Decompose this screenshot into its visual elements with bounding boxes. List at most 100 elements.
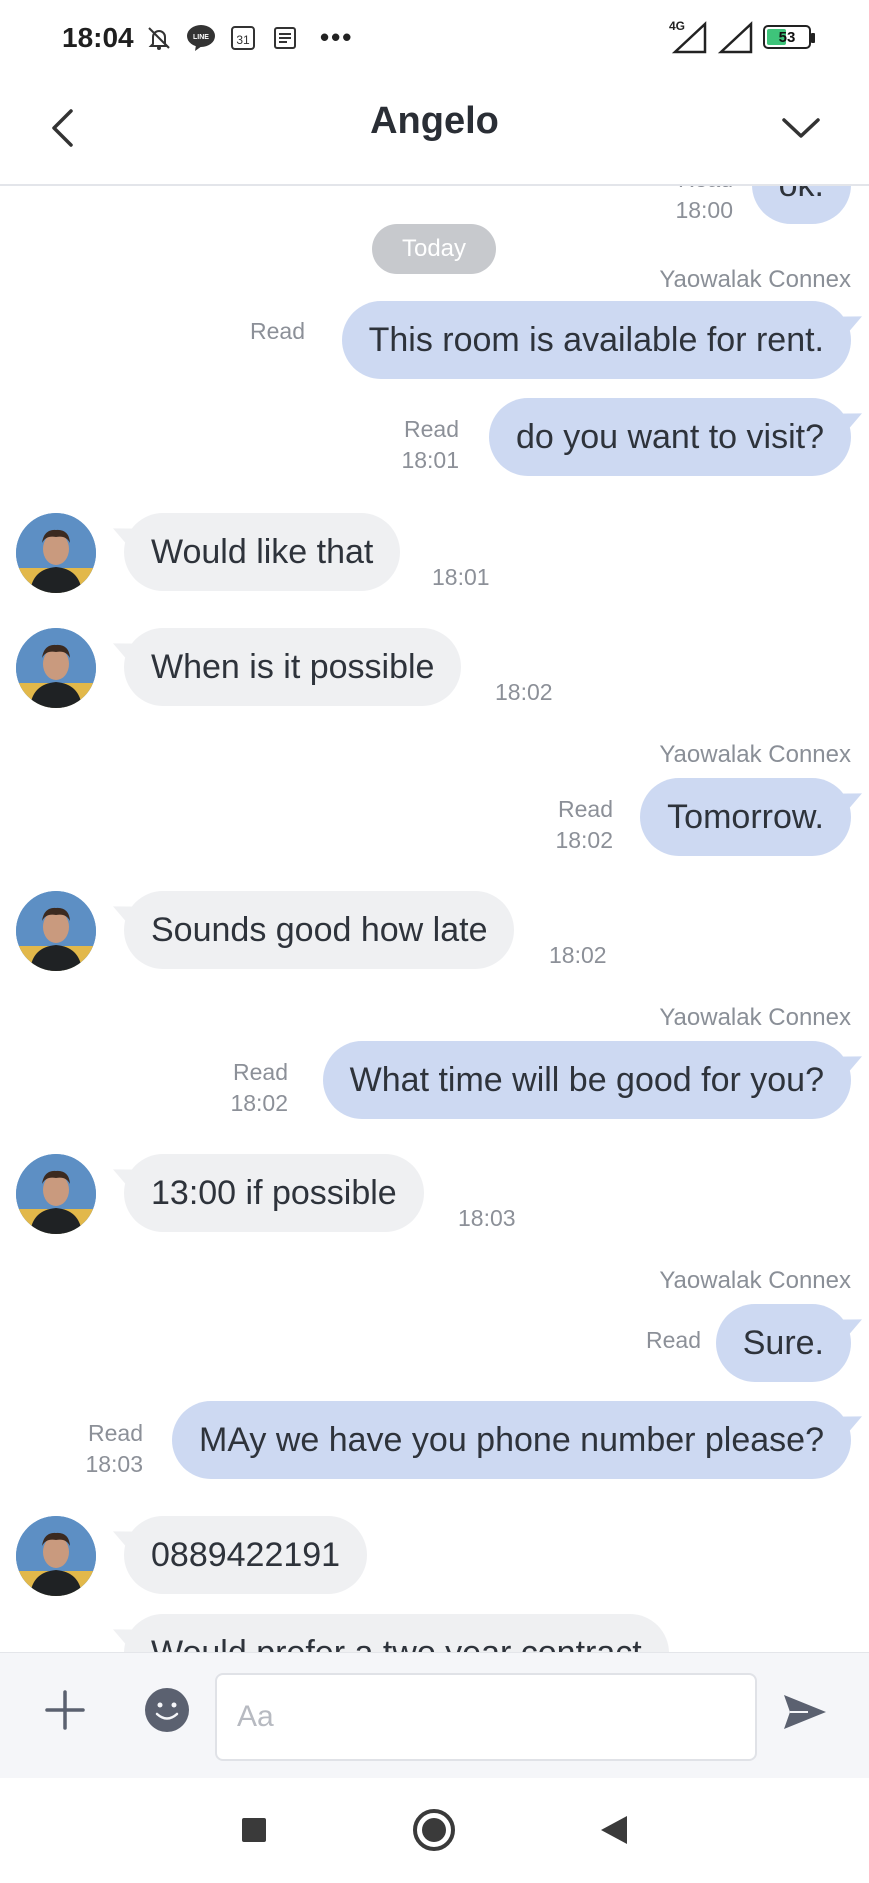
incoming-message-bubble[interactable]: Sounds good how late — [124, 891, 515, 969]
contact-avatar[interactable] — [16, 891, 96, 971]
incoming-message-bubble[interactable]: 0889422191 — [124, 1516, 368, 1594]
emoji-button[interactable] — [144, 1687, 190, 1733]
outgoing-message-bubble[interactable]: do you want to visit? — [488, 398, 851, 476]
more-notifications-icon: ••• — [320, 22, 354, 52]
message-time: 18:02 — [495, 679, 553, 705]
recents-button[interactable] — [230, 1806, 278, 1854]
outgoing-message-bubble[interactable]: MAy we have you phone number please? — [172, 1401, 851, 1479]
person-photo-icon — [16, 891, 96, 971]
outgoing-message-bubble[interactable]: ok. — [751, 186, 851, 224]
message-input-bar — [0, 1652, 869, 1778]
home-circle-icon — [413, 1809, 455, 1851]
person-photo-icon — [16, 1516, 96, 1596]
message-time: 18:03 — [85, 1451, 143, 1477]
notification-icons: LINE 31 ••• — [144, 22, 353, 53]
person-photo-icon — [16, 1154, 96, 1234]
message-text: Sounds good how late — [151, 911, 488, 949]
read-receipt: Read — [646, 1327, 701, 1353]
message-status: Read — [250, 316, 305, 347]
sender-name: Yaowalak Connex — [659, 266, 851, 293]
message-status: Read 18:02 — [230, 1057, 288, 1119]
message-time: 18:00 — [675, 197, 733, 223]
message-text: do you want to visit? — [515, 418, 824, 456]
outgoing-message-bubble[interactable]: What time will be good for you? — [322, 1041, 851, 1119]
message-time: 18:02 — [230, 1090, 288, 1116]
sender-name: Yaowalak Connex — [659, 1004, 851, 1031]
emoji-icon — [145, 1688, 189, 1732]
message-text: ok. — [779, 186, 824, 204]
contact-avatar[interactable] — [16, 1516, 96, 1596]
read-receipt: Read — [675, 186, 733, 195]
message-status: Read 18:01 — [401, 414, 459, 476]
line-app-icon: LINE — [186, 23, 216, 53]
back-nav-button[interactable] — [590, 1806, 638, 1854]
message-time: 18:02 — [555, 827, 613, 853]
read-receipt: Read — [233, 1059, 288, 1085]
message-status: Read — [646, 1325, 701, 1356]
contact-avatar[interactable] — [16, 1154, 96, 1234]
read-receipt: Read — [88, 1420, 143, 1446]
read-receipt: Read — [558, 796, 613, 822]
message-status: Read 18:00 — [675, 186, 733, 226]
battery-icon: 53 — [763, 25, 815, 49]
message-list[interactable]: Read 18:00 ok. Today Yaowalak Connex Rea… — [0, 186, 869, 1652]
message-text: What time will be good for you? — [349, 1061, 824, 1099]
triangle-back-icon — [601, 1816, 627, 1844]
sender-name: Yaowalak Connex — [659, 741, 851, 768]
message-status: Read 18:02 — [555, 794, 613, 856]
message-time: 18:01 — [401, 447, 459, 473]
message-text: Would like that — [151, 533, 374, 571]
incoming-message-bubble[interactable]: 13:00 if possible — [124, 1154, 424, 1232]
message-time: 18:01 — [432, 564, 490, 590]
message-text: When is it possible — [151, 648, 435, 686]
incoming-message-bubble[interactable]: Would like that — [124, 513, 401, 591]
message-time: 18:02 — [549, 942, 607, 968]
battery-level: 53 — [778, 28, 796, 46]
svg-text:LINE: LINE — [193, 34, 209, 41]
message-text: Tomorrow. — [667, 798, 824, 836]
send-icon — [784, 1695, 826, 1729]
message-time: 18:03 — [458, 1205, 516, 1231]
news-icon — [270, 23, 300, 53]
signal-icon — [671, 21, 707, 54]
date-separator: Today — [372, 224, 496, 274]
mute-bell-icon — [144, 23, 174, 53]
signal-icon-2 — [717, 21, 753, 54]
outgoing-message-bubble[interactable]: Sure. — [715, 1304, 851, 1382]
add-attachment-button[interactable] — [40, 1685, 90, 1735]
person-photo-icon — [16, 513, 96, 593]
person-photo-icon — [16, 628, 96, 708]
chat-header: Angelo — [0, 78, 869, 186]
menu-toggle-button[interactable] — [773, 100, 829, 156]
message-text: 0889422191 — [151, 1536, 341, 1574]
plus-icon — [45, 1690, 85, 1730]
contact-avatar[interactable] — [16, 628, 96, 708]
home-button[interactable] — [410, 1806, 458, 1854]
message-text: Sure. — [742, 1324, 824, 1362]
incoming-message-bubble[interactable]: Would prefer a two year contract — [124, 1614, 669, 1652]
message-text: 13:00 if possible — [151, 1174, 397, 1212]
send-button[interactable] — [780, 1687, 830, 1737]
read-receipt: Read — [250, 318, 305, 344]
outgoing-message-bubble[interactable]: Tomorrow. — [640, 778, 851, 856]
status-bar: 18:04 LINE 31 ••• 4G 53 — [0, 0, 869, 78]
message-text: This room is available for rent. — [368, 321, 824, 359]
outgoing-message-bubble[interactable]: This room is available for rent. — [341, 301, 851, 379]
sender-name: Yaowalak Connex — [659, 1267, 851, 1294]
system-status: 4G 53 — [669, 20, 815, 54]
chevron-down-icon — [782, 118, 820, 138]
message-text: MAy we have you phone number please? — [199, 1421, 824, 1459]
square-icon — [242, 1818, 266, 1842]
message-status: Read 18:03 — [85, 1418, 143, 1480]
incoming-message-bubble[interactable]: When is it possible — [124, 628, 462, 706]
read-receipt: Read — [404, 416, 459, 442]
svg-text:31: 31 — [236, 33, 250, 47]
message-text: Would prefer a two year contract — [151, 1634, 642, 1652]
calendar-icon: 31 — [228, 23, 258, 53]
message-input[interactable] — [215, 1673, 757, 1761]
contact-avatar[interactable] — [16, 513, 96, 593]
status-time: 18:04 — [62, 22, 134, 53]
system-navigation-bar — [0, 1778, 869, 1883]
chat-title: Angelo — [370, 100, 499, 142]
network-indicator: 4G — [669, 20, 709, 54]
